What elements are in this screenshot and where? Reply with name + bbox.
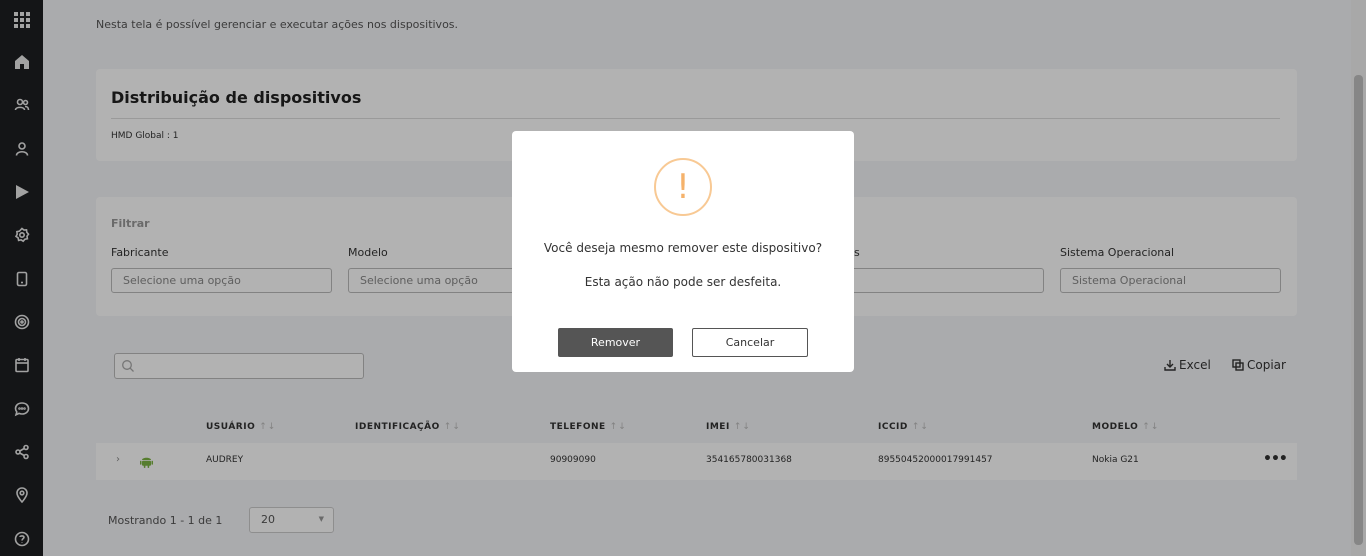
confirm-remove-dialog: ! Você deseja mesmo remover este disposi… (512, 131, 854, 372)
dialog-question: Você deseja mesmo remover este dispositi… (543, 241, 823, 255)
cancel-button[interactable]: Cancelar (692, 328, 808, 357)
remove-button[interactable]: Remover (558, 328, 673, 357)
warning-icon: ! (654, 158, 712, 216)
dialog-warning: Esta ação não pode ser desfeita. (584, 275, 782, 289)
